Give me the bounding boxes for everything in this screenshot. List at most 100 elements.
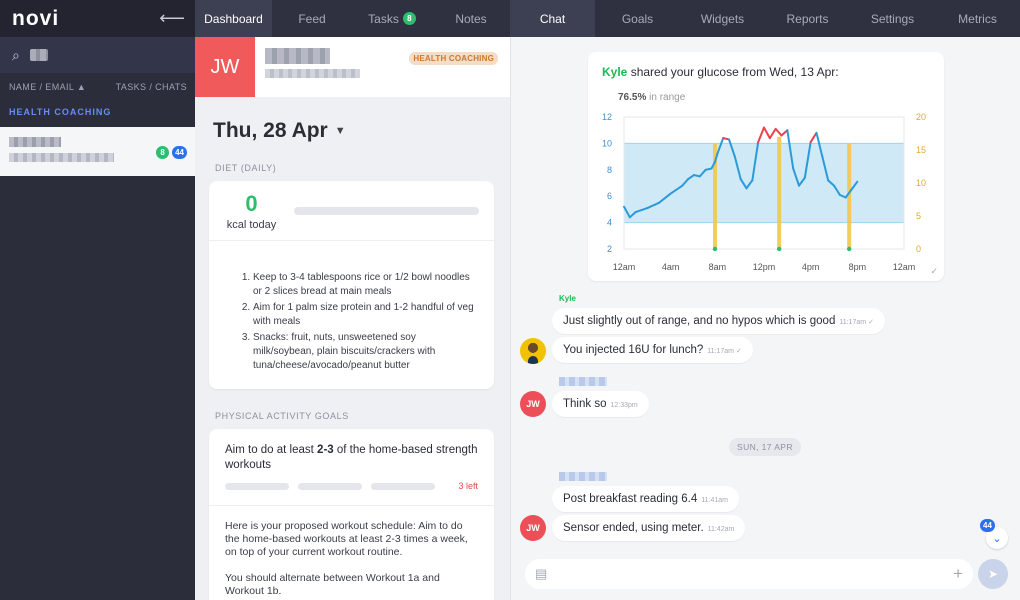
caret-down-icon[interactable]: ▼ bbox=[335, 125, 346, 137]
sidebar-search[interactable]: ⌕ bbox=[0, 37, 195, 73]
range-label: in range bbox=[646, 92, 686, 103]
kcal-label: kcal today bbox=[226, 218, 277, 231]
add-attachment-icon[interactable]: + bbox=[953, 564, 963, 584]
in-range-stat: 76.5% in range bbox=[618, 92, 685, 103]
check-icon: ✓ bbox=[868, 319, 874, 326]
tab-label: Settings bbox=[870, 11, 915, 26]
kcal-value: 0 bbox=[245, 190, 258, 216]
message-text: Think so bbox=[563, 398, 607, 410]
patient-header: JW HEALTH COACHING bbox=[195, 37, 510, 97]
search-icon: ⌕ bbox=[12, 46, 20, 63]
y-left-tick-label: 4 bbox=[607, 218, 612, 228]
glucose-line-segment bbox=[763, 126, 771, 140]
sort-tasks-chats[interactable]: TASKS / CHATS bbox=[116, 82, 187, 92]
message-sender: Kyle bbox=[559, 294, 576, 303]
goal-count: 2-3 bbox=[317, 444, 334, 456]
message-input[interactable] bbox=[557, 568, 954, 580]
chat-panel: 2 4 6 8 10 12 0 5 10 15 20 12am 4am 8am 12pm 4pm 8pm 12am… bbox=[510, 37, 1020, 600]
send-icon: ➤ bbox=[987, 567, 999, 581]
kcal-value-block: 0 kcal today bbox=[209, 191, 294, 231]
sidebar-contact-item[interactable]: 8 44 bbox=[0, 127, 195, 176]
chart-title: Kyle shared your glucose from Wed, 13 Ap… bbox=[602, 65, 839, 79]
y-left-tick-label: 12 bbox=[602, 112, 612, 122]
tab-chat[interactable]: Chat bbox=[510, 0, 595, 37]
message-text: Post breakfast reading 6.4 bbox=[563, 493, 698, 505]
date-selector[interactable]: Thu, 28 Apr ▼ bbox=[195, 97, 510, 143]
message-text: Just slightly out of range, and no hypos… bbox=[563, 315, 836, 327]
activity-goal-title: Aim to do at least 2-3 of the home-based… bbox=[209, 429, 494, 473]
activity-text: You should alternate between Workout 1a … bbox=[225, 572, 440, 597]
progress-segment bbox=[225, 482, 289, 490]
tab-label: Widgets bbox=[700, 11, 745, 26]
glucose-chart-card: 2 4 6 8 10 12 0 5 10 15 20 12am 4am 8am 12pm 4pm 8pm 12am… bbox=[588, 52, 944, 281]
patient-name-redacted bbox=[265, 48, 330, 64]
y-right-tick-label: 20 bbox=[916, 112, 926, 122]
contact-name-redacted bbox=[9, 137, 61, 147]
sender-name-redacted bbox=[559, 472, 607, 481]
insulin-bar bbox=[777, 136, 782, 249]
kcal-progress-bar bbox=[294, 206, 479, 215]
tasks-tab-badge: 8 bbox=[402, 12, 416, 25]
tab-feed[interactable]: Feed bbox=[272, 0, 352, 37]
arrow-left-icon[interactable]: ⟵ bbox=[159, 8, 185, 29]
glucose-line-segment bbox=[757, 126, 765, 144]
scroll-to-bottom-button[interactable]: 44 ⌄ bbox=[980, 519, 1008, 549]
tab-label: Dashboard bbox=[204, 11, 263, 26]
goal-text: Aim to do at least bbox=[225, 444, 318, 456]
message-time: 11:17am bbox=[839, 319, 867, 326]
contact-email-redacted bbox=[9, 153, 114, 162]
tab-settings[interactable]: Settings bbox=[850, 0, 935, 37]
sidebar-group-title: HEALTH COACHING bbox=[9, 107, 112, 117]
chart-title-text: shared your glucose from Wed, 13 Apr: bbox=[627, 65, 839, 79]
tab-widgets[interactable]: Widgets bbox=[680, 0, 765, 37]
diet-item: Snacks: fruit, nuts, unsweetened soy mil… bbox=[253, 331, 478, 373]
range-percent: 76.5% bbox=[618, 92, 647, 103]
patient-email-redacted bbox=[265, 69, 360, 78]
x-tick-label: 8am bbox=[709, 262, 727, 272]
tab-tasks[interactable]: Tasks 8 bbox=[352, 0, 432, 37]
sidebar-header: novi ⟵ bbox=[0, 0, 195, 37]
y-right-tick-label: 10 bbox=[916, 178, 926, 188]
patient-chat-avatar: JW bbox=[520, 515, 546, 541]
chat-message[interactable]: Think so 12:33pm bbox=[552, 391, 649, 417]
chat-message[interactable]: You injected 16U for lunch? 11:17am ✓ bbox=[552, 337, 753, 363]
send-button[interactable]: ➤ bbox=[978, 559, 1008, 589]
sort-name-email[interactable]: NAME / EMAIL ▲ bbox=[9, 82, 86, 92]
message-time: 12:33pm bbox=[610, 402, 638, 409]
glucose-line-segment bbox=[809, 131, 818, 144]
day-separator: SUN, 17 APR bbox=[729, 438, 801, 456]
glucose-chart: 2 4 6 8 10 12 0 5 10 15 20 12am 4am 8am 12pm 4pm 8pm 12am bbox=[602, 112, 926, 272]
search-query-redacted[interactable] bbox=[29, 49, 48, 61]
novi-logo: novi bbox=[12, 6, 60, 30]
tab-reports[interactable]: Reports bbox=[765, 0, 850, 37]
chat-message[interactable]: Just slightly out of range, and no hypos… bbox=[552, 308, 885, 334]
chat-message[interactable]: Sensor ended, using meter. 11:42am bbox=[552, 515, 746, 541]
sidebar: novi ⟵ ⌕ NAME / EMAIL ▲ TASKS / CHATS HE… bbox=[0, 0, 195, 600]
message-composer: ▤ + bbox=[525, 559, 973, 589]
diet-item: Keep to 3-4 tablespoons rice or 1/2 bowl… bbox=[253, 271, 478, 299]
template-icon[interactable]: ▤ bbox=[535, 566, 547, 582]
tab-notes[interactable]: Notes bbox=[432, 0, 510, 37]
contact-badges: 8 44 bbox=[156, 146, 187, 159]
chat-message[interactable]: Post breakfast reading 6.4 11:41am bbox=[552, 486, 739, 512]
tab-label: Chat bbox=[539, 11, 566, 26]
tab-label: Notes bbox=[455, 11, 487, 26]
tab-label: Metrics bbox=[958, 11, 997, 26]
message-text: Sensor ended, using meter. bbox=[563, 522, 704, 534]
activity-description: Here is your proposed workout schedule: … bbox=[209, 506, 494, 600]
activity-card: Aim to do at least 2-3 of the home-based… bbox=[209, 429, 494, 600]
y-left-tick-label: 2 bbox=[607, 244, 612, 254]
sender-name-redacted bbox=[559, 377, 607, 386]
tab-label: Tasks bbox=[368, 11, 399, 26]
x-tick-label: 12am bbox=[893, 262, 916, 272]
chart-sender: Kyle bbox=[602, 65, 628, 79]
tab-dashboard[interactable]: Dashboard bbox=[195, 0, 272, 37]
tab-goals[interactable]: Goals bbox=[595, 0, 680, 37]
target-range-band bbox=[624, 143, 904, 223]
tasks-count-badge: 8 bbox=[156, 146, 170, 159]
message-text: You injected 16U for lunch? bbox=[563, 344, 704, 356]
activity-section-label: PHYSICAL ACTIVITY GOALS bbox=[215, 411, 349, 421]
tab-metrics[interactable]: Metrics bbox=[935, 0, 1020, 37]
patient-chat-avatar: JW bbox=[520, 391, 546, 417]
diet-item: Aim for 1 palm size protein and 1-2 hand… bbox=[253, 301, 478, 329]
